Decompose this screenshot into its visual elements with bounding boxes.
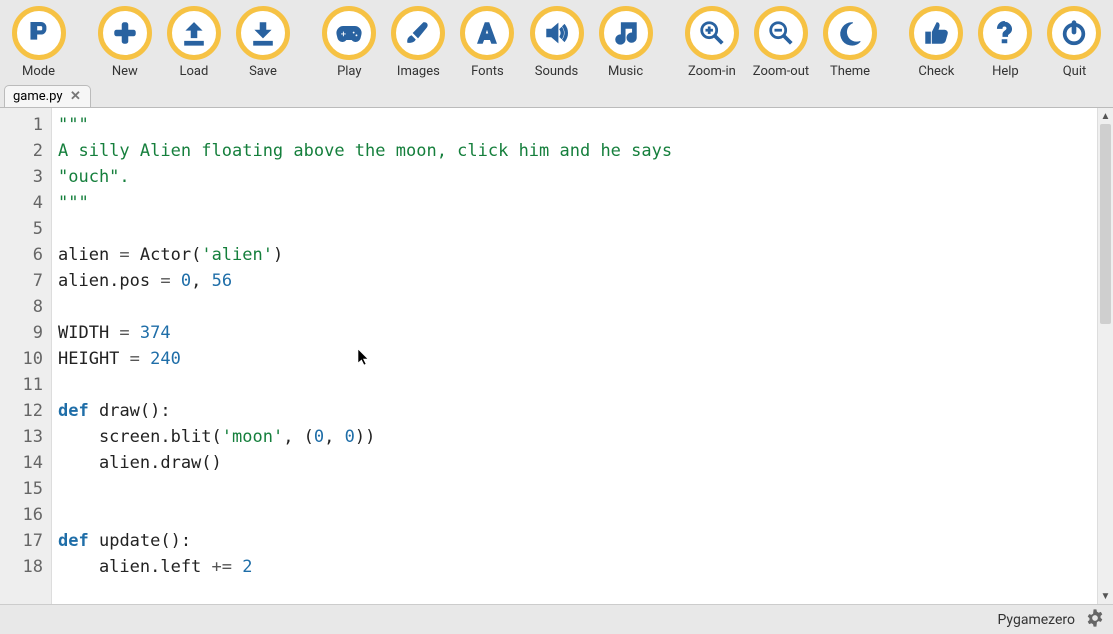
scroll-up-icon[interactable]: ▲ bbox=[1098, 108, 1113, 124]
mode-button[interactable]: Mode bbox=[4, 6, 73, 79]
vertical-scrollbar[interactable]: ▲ ▼ bbox=[1097, 108, 1113, 604]
music-icon bbox=[599, 6, 653, 60]
brush-icon bbox=[391, 6, 445, 60]
toolbar-label: Save bbox=[249, 64, 277, 79]
code-line: alien = Actor('alien') bbox=[58, 242, 1091, 268]
line-number: 8 bbox=[4, 294, 43, 320]
line-number: 16 bbox=[4, 502, 43, 528]
line-gutter: 123456789101112131415161718 bbox=[0, 108, 52, 604]
status-mode: Pygamezero bbox=[998, 612, 1076, 628]
line-number: 11 bbox=[4, 372, 43, 398]
file-tab[interactable]: game.py ✕ bbox=[4, 85, 91, 107]
music-button[interactable]: Music bbox=[591, 6, 660, 79]
code-line: screen.blit('moon', (0, 0)) bbox=[58, 424, 1091, 450]
quit-button[interactable]: Quit bbox=[1040, 6, 1109, 79]
line-number: 17 bbox=[4, 528, 43, 554]
scroll-thumb[interactable] bbox=[1100, 124, 1111, 324]
toolbar-label: Images bbox=[397, 64, 440, 79]
toolbar-label: New bbox=[112, 64, 138, 79]
fonts-button[interactable]: Fonts bbox=[453, 6, 522, 79]
check-button[interactable]: Check bbox=[902, 6, 971, 79]
toolbar-label: Quit bbox=[1063, 64, 1087, 79]
line-number: 6 bbox=[4, 242, 43, 268]
zoomin-icon bbox=[685, 6, 739, 60]
code-line: """ bbox=[58, 190, 1091, 216]
toolbar-label: Fonts bbox=[471, 64, 504, 79]
code-line: "ouch". bbox=[58, 164, 1091, 190]
line-number: 12 bbox=[4, 398, 43, 424]
toolbar-label: Help bbox=[992, 64, 1019, 79]
scroll-down-icon[interactable]: ▼ bbox=[1098, 588, 1113, 604]
code-line: HEIGHT = 240 bbox=[58, 346, 1091, 372]
code-line: def draw(): bbox=[58, 398, 1091, 424]
line-number: 14 bbox=[4, 450, 43, 476]
line-number: 5 bbox=[4, 216, 43, 242]
font-icon bbox=[460, 6, 514, 60]
question-icon bbox=[978, 6, 1032, 60]
sounds-button[interactable]: Sounds bbox=[522, 6, 591, 79]
code-line bbox=[58, 476, 1091, 502]
code-line: alien.draw() bbox=[58, 450, 1091, 476]
toolbar-label: Mode bbox=[22, 64, 55, 79]
code-line: def update(): bbox=[58, 528, 1091, 554]
line-number: 13 bbox=[4, 424, 43, 450]
status-bar: Pygamezero bbox=[0, 604, 1113, 634]
toolbar-label: Theme bbox=[830, 64, 870, 79]
zoom-in-button[interactable]: Zoom-in bbox=[677, 6, 746, 79]
code-line: alien.pos = 0, 56 bbox=[58, 268, 1091, 294]
code-line bbox=[58, 294, 1091, 320]
download-icon bbox=[236, 6, 290, 60]
load-button[interactable]: Load bbox=[159, 6, 228, 79]
line-number: 10 bbox=[4, 346, 43, 372]
line-number: 4 bbox=[4, 190, 43, 216]
settings-gear-icon[interactable] bbox=[1085, 608, 1105, 632]
toolbar-label: Zoom-out bbox=[753, 64, 809, 79]
play-button[interactable]: Play bbox=[315, 6, 384, 79]
line-number: 3 bbox=[4, 164, 43, 190]
line-number: 15 bbox=[4, 476, 43, 502]
save-button[interactable]: Save bbox=[228, 6, 297, 79]
line-number: 18 bbox=[4, 554, 43, 580]
line-number: 2 bbox=[4, 138, 43, 164]
toolbar-label: Sounds bbox=[535, 64, 579, 79]
toolbar-label: Check bbox=[918, 64, 954, 79]
theme-button[interactable]: Theme bbox=[815, 6, 884, 79]
code-area[interactable]: """A silly Alien floating above the moon… bbox=[52, 108, 1097, 604]
thumbsup-icon bbox=[909, 6, 963, 60]
plus-icon bbox=[98, 6, 152, 60]
line-number: 7 bbox=[4, 268, 43, 294]
gamepad-icon bbox=[322, 6, 376, 60]
upload-icon bbox=[167, 6, 221, 60]
editor: 123456789101112131415161718 """A silly A… bbox=[0, 107, 1113, 604]
code-line: """ bbox=[58, 112, 1091, 138]
line-number: 9 bbox=[4, 320, 43, 346]
tab-bar: game.py ✕ bbox=[0, 81, 1113, 107]
close-tab-icon[interactable]: ✕ bbox=[68, 90, 82, 104]
code-line bbox=[58, 502, 1091, 528]
tab-label: game.py bbox=[13, 89, 62, 104]
toolbar-label: Load bbox=[180, 64, 209, 79]
toolbar-label: Play bbox=[337, 64, 362, 79]
new-button[interactable]: New bbox=[90, 6, 159, 79]
code-line: A silly Alien floating above the moon, c… bbox=[58, 138, 1091, 164]
toolbar: Mode New Load Save Play Images Fonts Sounds Musi… bbox=[0, 0, 1113, 81]
help-button[interactable]: Help bbox=[971, 6, 1040, 79]
code-line bbox=[58, 372, 1091, 398]
toolbar-label: Music bbox=[608, 64, 643, 79]
zoom-out-button[interactable]: Zoom-out bbox=[746, 6, 815, 79]
sound-icon bbox=[530, 6, 584, 60]
code-line: WIDTH = 374 bbox=[58, 320, 1091, 346]
toolbar-label: Zoom-in bbox=[688, 64, 736, 79]
moon-icon bbox=[823, 6, 877, 60]
mode-icon bbox=[12, 6, 66, 60]
code-line bbox=[58, 216, 1091, 242]
power-icon bbox=[1047, 6, 1101, 60]
images-button[interactable]: Images bbox=[384, 6, 453, 79]
code-line: alien.left += 2 bbox=[58, 554, 1091, 580]
line-number: 1 bbox=[4, 112, 43, 138]
zoomout-icon bbox=[754, 6, 808, 60]
